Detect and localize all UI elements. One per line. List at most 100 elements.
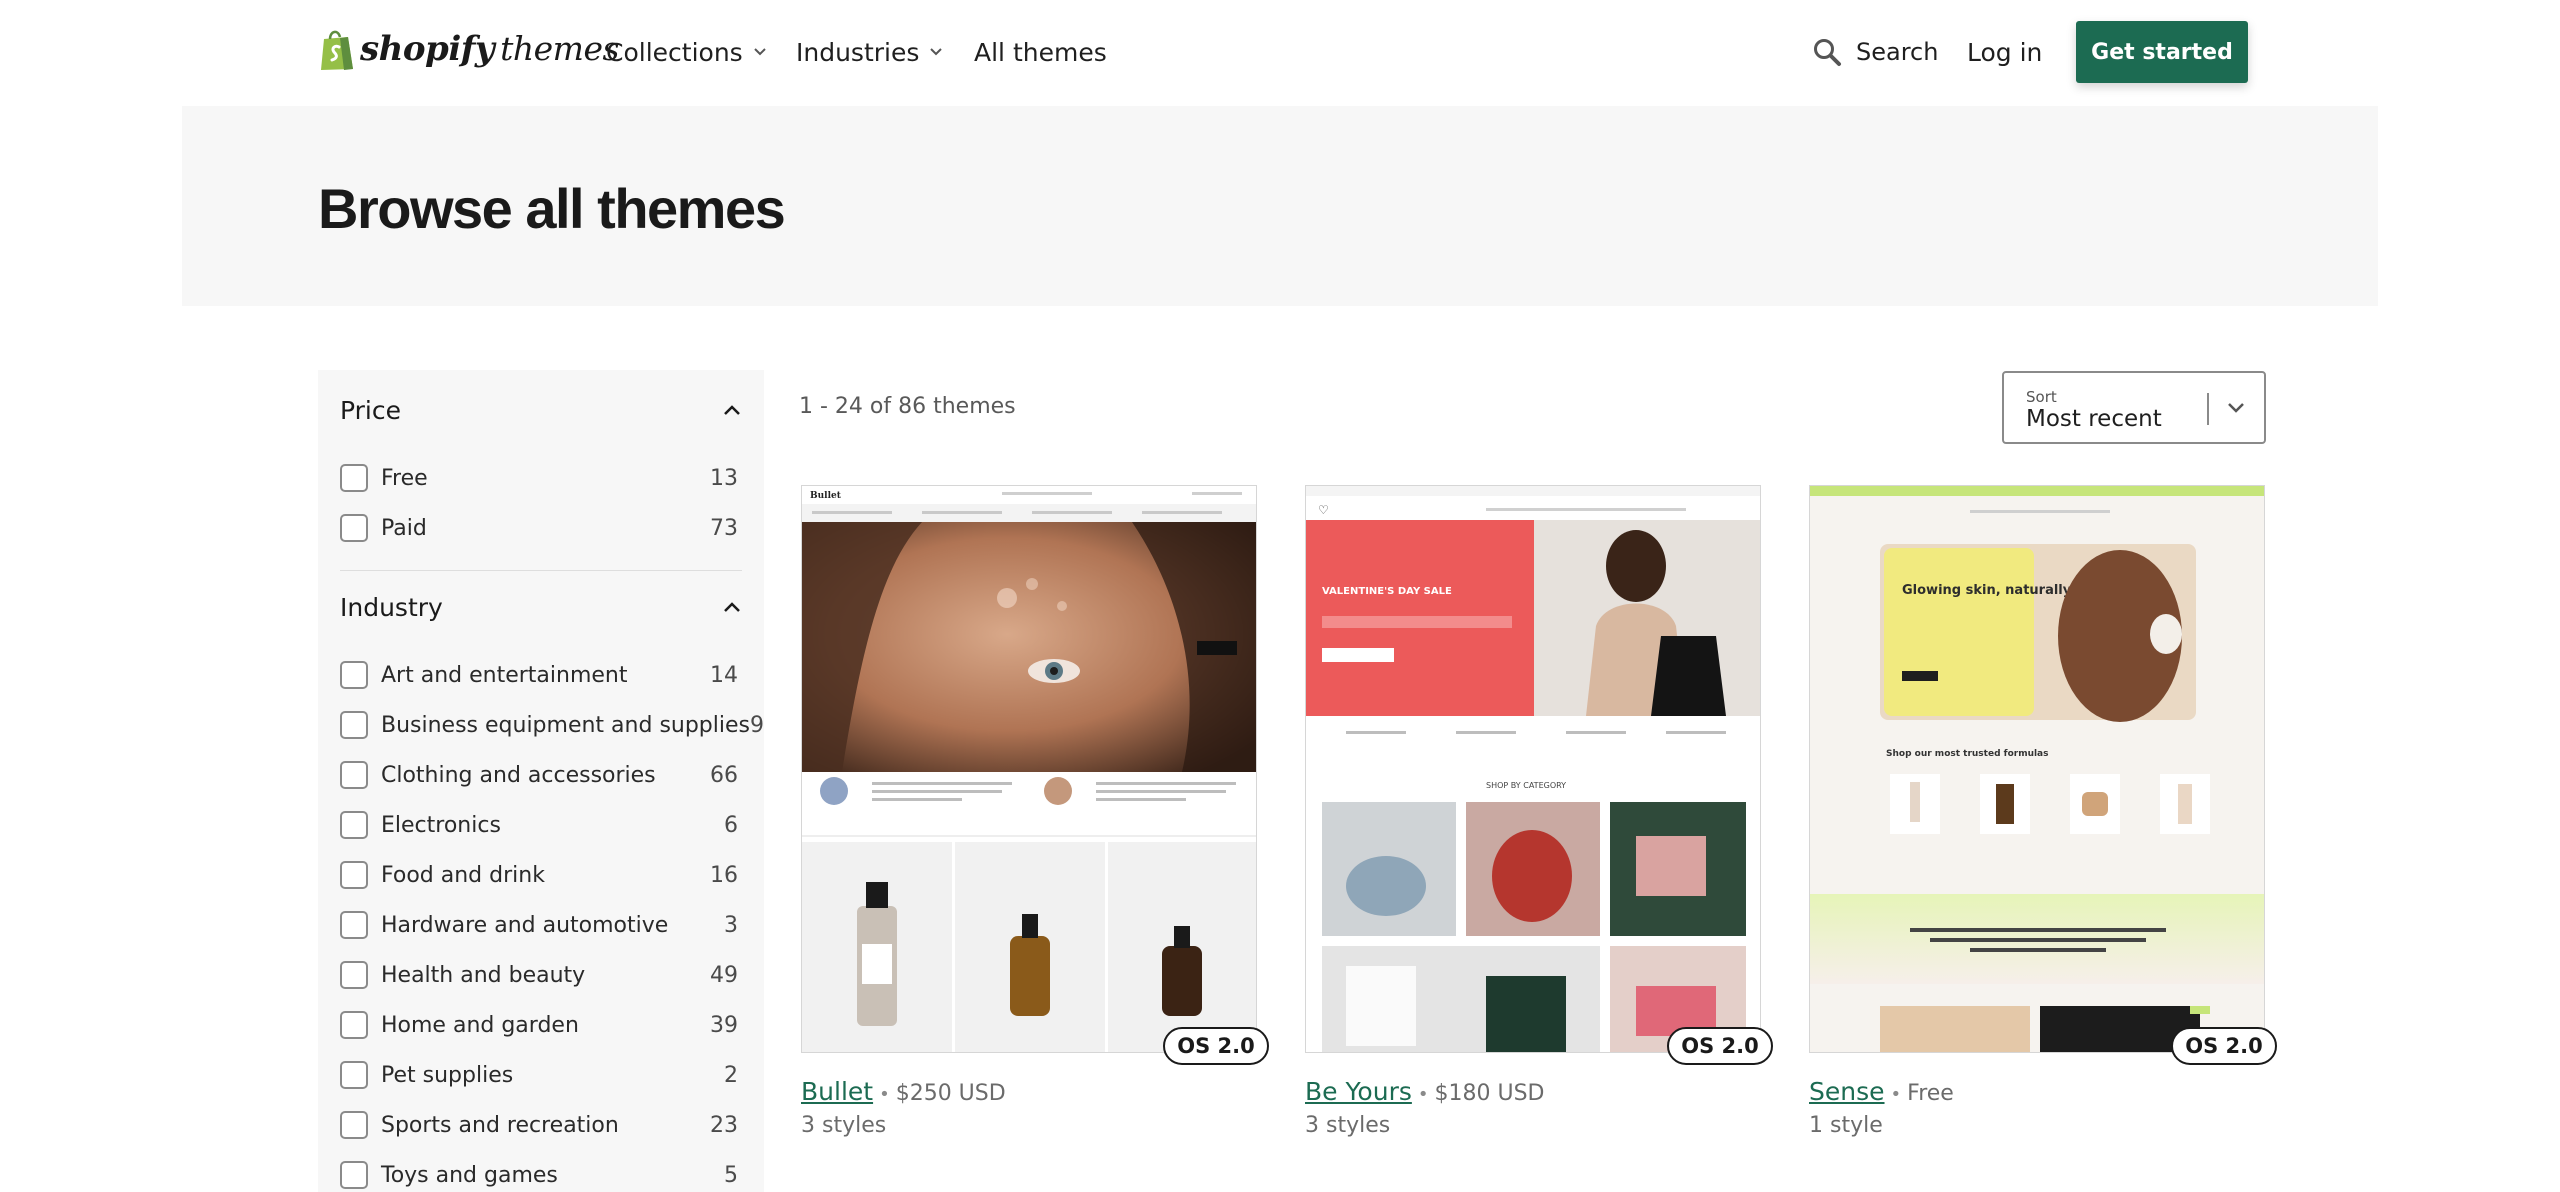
checkbox[interactable] [340, 1111, 368, 1139]
price-filter-title: Price [340, 395, 401, 425]
sort-label: Sort [2026, 388, 2057, 406]
chevron-up-icon [724, 405, 740, 415]
shopify-themes-logo[interactable]: shopify themes [318, 26, 619, 72]
filter-option-count: 14 [710, 662, 738, 688]
theme-preview-image[interactable]: ♡ VALENTINE'S DAY SALE SHOP BY CATEGORY [1305, 485, 1761, 1053]
filter-option-hardware[interactable]: Hardware and automotive 3 [340, 909, 738, 941]
filter-option-pet[interactable]: Pet supplies 2 [340, 1059, 738, 1091]
page-title: Browse all themes [318, 177, 786, 240]
filter-option-count: 49 [710, 962, 738, 988]
site-header: shopify themes Collections Industries Al… [0, 0, 2560, 106]
search-icon [1814, 39, 1841, 66]
filter-divider [340, 570, 742, 571]
checkbox[interactable] [340, 464, 368, 492]
filter-option-free[interactable]: Free 13 [340, 462, 738, 494]
industry-filter-toggle[interactable]: Industry [340, 587, 742, 627]
checkbox[interactable] [340, 811, 368, 839]
chevron-up-icon [724, 602, 740, 612]
filter-option-label: Free [381, 465, 428, 491]
filter-option-count: 2 [724, 1062, 738, 1088]
separator-dot: • [879, 1084, 890, 1105]
logo-word-shopify: shopify [360, 29, 495, 69]
preview-hero-text: Glowing skin, naturally [1902, 583, 2072, 598]
filter-option-label: Sports and recreation [381, 1112, 619, 1138]
filter-option-business[interactable]: Business equipment and supplies 9 [340, 709, 764, 741]
os-version-badge: OS 2.0 [2171, 1027, 2277, 1065]
nav-all-themes[interactable]: All themes [974, 32, 1107, 72]
theme-title-row: Sense • Free [1809, 1077, 1954, 1106]
filter-option-art[interactable]: Art and entertainment 14 [340, 659, 738, 691]
theme-price: Free [1907, 1081, 1954, 1106]
filter-option-food[interactable]: Food and drink 16 [340, 859, 738, 891]
theme-name-link[interactable]: Sense [1809, 1077, 1885, 1106]
checkbox[interactable] [340, 661, 368, 689]
filter-option-label: Business equipment and supplies [381, 712, 750, 738]
filter-option-toys[interactable]: Toys and games 5 [340, 1159, 738, 1191]
filter-option-health[interactable]: Health and beauty 49 [340, 959, 738, 991]
filter-option-count: 5 [724, 1162, 738, 1188]
checkbox[interactable] [340, 911, 368, 939]
theme-preview-image[interactable]: Glowing skin, naturally Shop our most tr… [1809, 485, 2265, 1053]
filter-option-count: 39 [710, 1012, 738, 1038]
nav-collections[interactable]: Collections [606, 32, 767, 72]
filter-option-count: 73 [710, 515, 738, 541]
filter-option-label: Pet supplies [381, 1062, 514, 1088]
theme-styles-count: 3 styles [1305, 1113, 1391, 1138]
filter-option-count: 9 [750, 712, 764, 738]
theme-title-row: Bullet • $250 USD [801, 1077, 1006, 1106]
nav-industries-label: Industries [796, 37, 920, 67]
sense-preview-graphic: Glowing skin, naturally Shop our most tr… [1810, 486, 2264, 1052]
filter-option-label: Home and garden [381, 1012, 579, 1038]
checkbox[interactable] [340, 861, 368, 889]
chevron-down-icon [2228, 403, 2244, 413]
filter-option-electronics[interactable]: Electronics 6 [340, 809, 738, 841]
theme-styles-count: 3 styles [801, 1113, 887, 1138]
checkbox[interactable] [340, 514, 368, 542]
separator-dot: • [1417, 1084, 1429, 1105]
price-filter-toggle[interactable]: Price [340, 390, 742, 430]
os-version-badge: OS 2.0 [1163, 1027, 1269, 1065]
sort-value: Most recent [2026, 406, 2162, 432]
nav-industries[interactable]: Industries [796, 32, 943, 72]
preview-section-text: Shop our most trusted formulas [1886, 749, 2049, 759]
checkbox[interactable] [340, 761, 368, 789]
result-count: 1 - 24 of 86 themes [799, 394, 1016, 419]
preview-brand-text: Bullet [810, 491, 842, 501]
filter-option-count: 23 [710, 1112, 738, 1138]
separator-dot: • [1890, 1084, 1902, 1105]
checkbox[interactable] [340, 711, 368, 739]
filter-option-home[interactable]: Home and garden 39 [340, 1009, 738, 1041]
theme-name-link[interactable]: Bullet [801, 1077, 873, 1106]
filter-option-label: Clothing and accessories [381, 762, 656, 788]
checkbox[interactable] [340, 1061, 368, 1089]
os-version-badge: OS 2.0 [1667, 1027, 1773, 1065]
preview-category-text: SHOP BY CATEGORY [1486, 781, 1566, 790]
sort-separator [2207, 393, 2209, 425]
search-label: Search [1856, 38, 1939, 66]
filter-option-label: Toys and games [381, 1162, 558, 1188]
chevron-down-icon [930, 48, 943, 56]
filter-option-count: 3 [724, 912, 738, 938]
filter-option-paid[interactable]: Paid 73 [340, 512, 738, 544]
industry-filter-title: Industry [340, 592, 443, 622]
filter-sidebar: Price Free 13 Paid 73 Industry Art and e… [318, 370, 764, 1192]
checkbox[interactable] [340, 961, 368, 989]
theme-preview-image[interactable]: Bullet [801, 485, 1257, 1053]
checkbox[interactable] [340, 1011, 368, 1039]
get-started-button[interactable]: Get started [2076, 21, 2248, 83]
hero-banner: Browse all themes [182, 106, 2378, 306]
svg-text:♡: ♡ [1318, 503, 1329, 517]
search-button[interactable]: Search [1812, 32, 1938, 72]
filter-option-label: Hardware and automotive [381, 912, 669, 938]
sort-select[interactable]: Sort Most recent [2002, 371, 2266, 444]
theme-name-link[interactable]: Be Yours [1305, 1077, 1412, 1106]
filter-option-sports[interactable]: Sports and recreation 23 [340, 1109, 738, 1141]
nav-collections-label: Collections [606, 37, 743, 67]
filter-option-count: 6 [724, 812, 738, 838]
bullet-preview-graphic: Bullet [802, 486, 1256, 1052]
filter-option-label: Art and entertainment [381, 662, 628, 688]
filter-option-clothing[interactable]: Clothing and accessories 66 [340, 759, 738, 791]
filter-option-label: Electronics [381, 812, 501, 838]
login-link[interactable]: Log in [1967, 32, 2042, 72]
checkbox[interactable] [340, 1161, 368, 1189]
